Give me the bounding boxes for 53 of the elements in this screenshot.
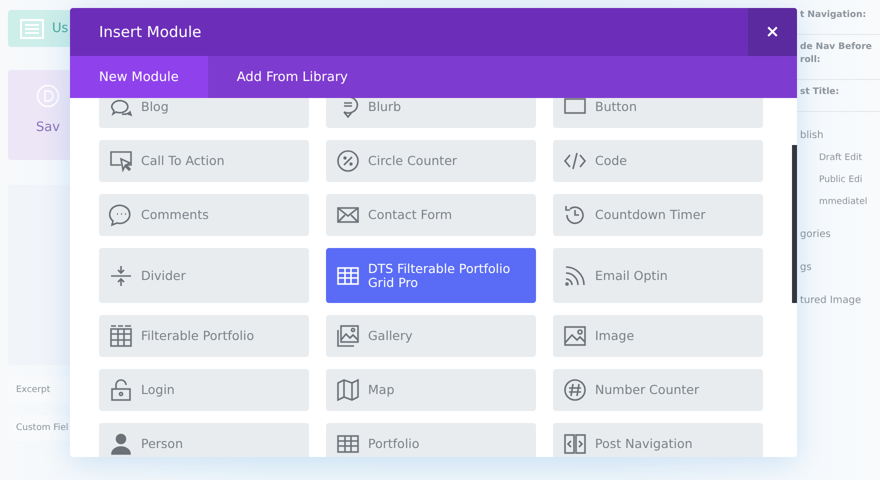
module-button[interactable]: Divider	[99, 248, 309, 303]
module-button[interactable]: Post Navigation	[553, 423, 763, 457]
save-label: Sav	[36, 120, 60, 135]
module-button[interactable]: Comments	[99, 194, 309, 236]
panel-label: gs	[799, 261, 813, 275]
document-icon	[20, 18, 44, 38]
module-button[interactable]: Number Counter	[553, 369, 763, 411]
module-button[interactable]: Filterable Portfolio	[99, 315, 309, 357]
module-button[interactable]: DTS Filterable Portfolio Grid Pro	[326, 248, 536, 303]
module-button[interactable]: Contact Form	[326, 194, 536, 236]
panel-label: gories	[799, 228, 832, 242]
panel-label: blish	[799, 129, 824, 143]
module-button[interactable]: Code	[553, 140, 763, 182]
module-button[interactable]: Circle Counter	[326, 140, 536, 182]
module-button[interactable]: Login	[99, 369, 309, 411]
divider-icon	[109, 264, 133, 288]
speech-bubbles-icon	[109, 98, 133, 119]
module-button[interactable]: Image	[553, 315, 763, 357]
panel-label: Draft Edit	[818, 152, 863, 165]
person-icon	[109, 432, 133, 456]
hash-icon	[563, 378, 587, 402]
panel-label: mmediatel	[818, 196, 868, 209]
module-button[interactable]: Email Optin	[553, 248, 763, 303]
logo-icon	[36, 84, 60, 108]
panel-label: Public Edi	[818, 174, 864, 187]
grid-icon	[109, 324, 133, 348]
padlock-icon	[109, 378, 133, 402]
module-button[interactable]: Blurb	[326, 98, 536, 128]
module-button[interactable]: Call To Action	[99, 140, 309, 182]
panel-label: tured Image	[799, 294, 862, 308]
module-button[interactable]: Countdown Timer	[553, 194, 763, 236]
comment-icon	[109, 203, 133, 227]
banner-label: Us	[52, 21, 68, 36]
cursor-screen-icon	[109, 149, 133, 173]
clock-icon	[563, 203, 587, 227]
images-icon	[336, 324, 360, 348]
module-button[interactable]: Portfolio	[326, 423, 536, 457]
module-button[interactable]: Blog	[99, 98, 309, 128]
percent-circle-icon	[336, 149, 360, 173]
tab[interactable]: Add From Library	[208, 56, 377, 98]
scrollbar[interactable]	[792, 145, 797, 303]
arrows-icon	[563, 432, 587, 456]
modal-title: Insert Module	[98, 23, 202, 41]
close-button[interactable]: ×	[748, 8, 797, 56]
signal-icon	[563, 264, 587, 288]
tab[interactable]: New Module	[70, 56, 208, 98]
module-button[interactable]: Map	[326, 369, 536, 411]
module-button[interactable]: Person	[99, 423, 309, 457]
image-icon	[563, 324, 587, 348]
grid-icon	[336, 432, 360, 456]
module-button[interactable]: Gallery	[326, 315, 536, 357]
module-button[interactable]: Button	[553, 98, 763, 128]
map-icon	[336, 378, 360, 402]
